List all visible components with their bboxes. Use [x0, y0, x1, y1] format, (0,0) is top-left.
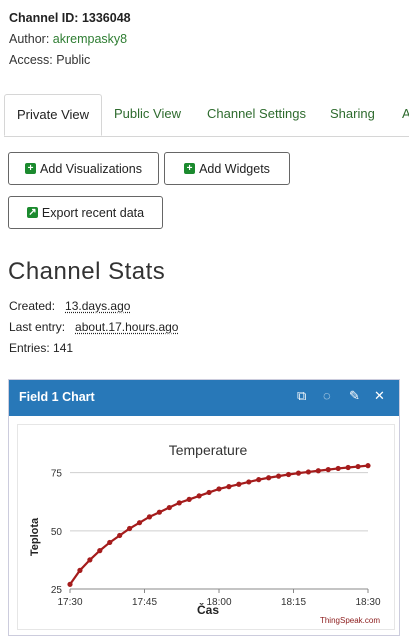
close-icon[interactable]: ✕ [374, 388, 385, 404]
data-point [166, 504, 172, 511]
data-point [226, 484, 232, 490]
data-point [236, 481, 242, 487]
export-icon: ↗ [26, 207, 38, 218]
comment-icon[interactable]: ◌ [323, 388, 331, 403]
data-point [315, 468, 321, 474]
chart-area: Temperature 25 50 75 17:30 17:45 18:00 18:15 18… [17, 424, 395, 630]
data-point [196, 493, 202, 499]
x-tick-label: 18:30 [355, 597, 380, 608]
last-entry-label: Last entry: [9, 320, 66, 334]
card-title: Field 1 Chart [19, 390, 95, 404]
plus-icon: + [25, 163, 37, 174]
data-point [295, 470, 302, 476]
tab-api-keys[interactable]: A [402, 94, 409, 136]
created-value: 13.days.ago [65, 299, 131, 313]
watermark: ThingSpeak.com [320, 616, 380, 625]
series-line [69, 464, 369, 585]
data-point [146, 514, 153, 520]
tab-sharing[interactable]: Sharing [330, 94, 375, 136]
x-tick-label: 18:15 [281, 597, 306, 608]
channel-meta: Channel ID: 1336048 Author: akrempasky8 … [9, 8, 131, 71]
data-point [335, 465, 341, 472]
external-link-icon[interactable]: ⧉ [297, 388, 306, 404]
temperature-chart: Temperature 25507517:30 17:45 18:00 18:15 18… [29, 442, 381, 625]
data-point [246, 479, 252, 485]
pencil-icon[interactable]: ✎ [349, 388, 360, 404]
entries-value: 141 [53, 341, 74, 355]
data-point [256, 477, 262, 483]
add-visualizations-button[interactable]: + Add Visualizations [8, 152, 159, 185]
data-point [216, 486, 222, 492]
y-axis-label: Teplota [29, 517, 41, 556]
x-tick-label: 17:30 [57, 597, 82, 608]
data-point [97, 548, 103, 554]
tab-private-view[interactable]: Private View [4, 94, 103, 136]
data-point [325, 467, 331, 473]
field-1-chart-card: Field 1 Chart ⧉ ◌ ✎ ✕ Temperature 25 50 75… [8, 379, 400, 636]
add-visualizations-label: Add Visualizations [40, 161, 142, 176]
data-point [127, 525, 133, 532]
export-recent-data-button[interactable]: ↗ Export recent data [8, 196, 163, 229]
data-point [107, 539, 113, 546]
y-tick-label: 25 [51, 585, 63, 596]
channel-tabs: Private View Public View Channel Setting… [4, 94, 409, 137]
channel-id-value: 1336048 [81, 11, 131, 25]
export-recent-data-label: Export recent data [41, 205, 145, 220]
data-point [345, 464, 351, 471]
data-point [276, 473, 282, 479]
last-entry-value: about.17.hours.ago [75, 320, 179, 334]
channel-id-label: Channel ID: [9, 11, 79, 25]
data-point [156, 509, 162, 515]
entries-label: Entries: [9, 341, 50, 355]
data-point [87, 557, 93, 563]
y-tick-label: 75 [51, 469, 63, 480]
data-point [176, 500, 182, 506]
tab-public-view[interactable]: Public View [114, 94, 181, 136]
add-widgets-button[interactable]: + Add Widgets [164, 152, 290, 185]
data-point [67, 581, 73, 587]
x-tick-label: 17:45 [132, 597, 157, 608]
access-value: Public [56, 53, 91, 67]
tab-channel-settings[interactable]: Channel Settings [207, 94, 306, 136]
data-point [206, 489, 212, 496]
x-axis-label: Čas [197, 602, 219, 617]
data-point [365, 463, 371, 469]
data-point [305, 469, 311, 475]
data-point [266, 475, 272, 481]
chart-title: Temperature [169, 442, 248, 458]
access-label: Access: [9, 53, 53, 67]
card-header: Field 1 Chart ⧉ ◌ ✎ ✕ [9, 380, 399, 416]
data-point [355, 463, 361, 470]
data-point [186, 496, 192, 502]
data-point [136, 520, 143, 526]
channel-stats-heading: Channel Stats [8, 258, 166, 285]
data-point [77, 567, 83, 573]
author-link[interactable]: akrempasky8 [53, 32, 127, 46]
author-label: Author: [9, 32, 50, 46]
y-tick-label: 50 [51, 527, 63, 538]
channel-stats: Created: 13.days.ago Last entry: about.1… [9, 296, 178, 359]
plus-icon: + [184, 163, 196, 174]
data-point [285, 471, 292, 478]
created-label: Created: [9, 299, 56, 313]
add-widgets-label: Add Widgets [199, 161, 270, 176]
data-point [117, 532, 123, 539]
